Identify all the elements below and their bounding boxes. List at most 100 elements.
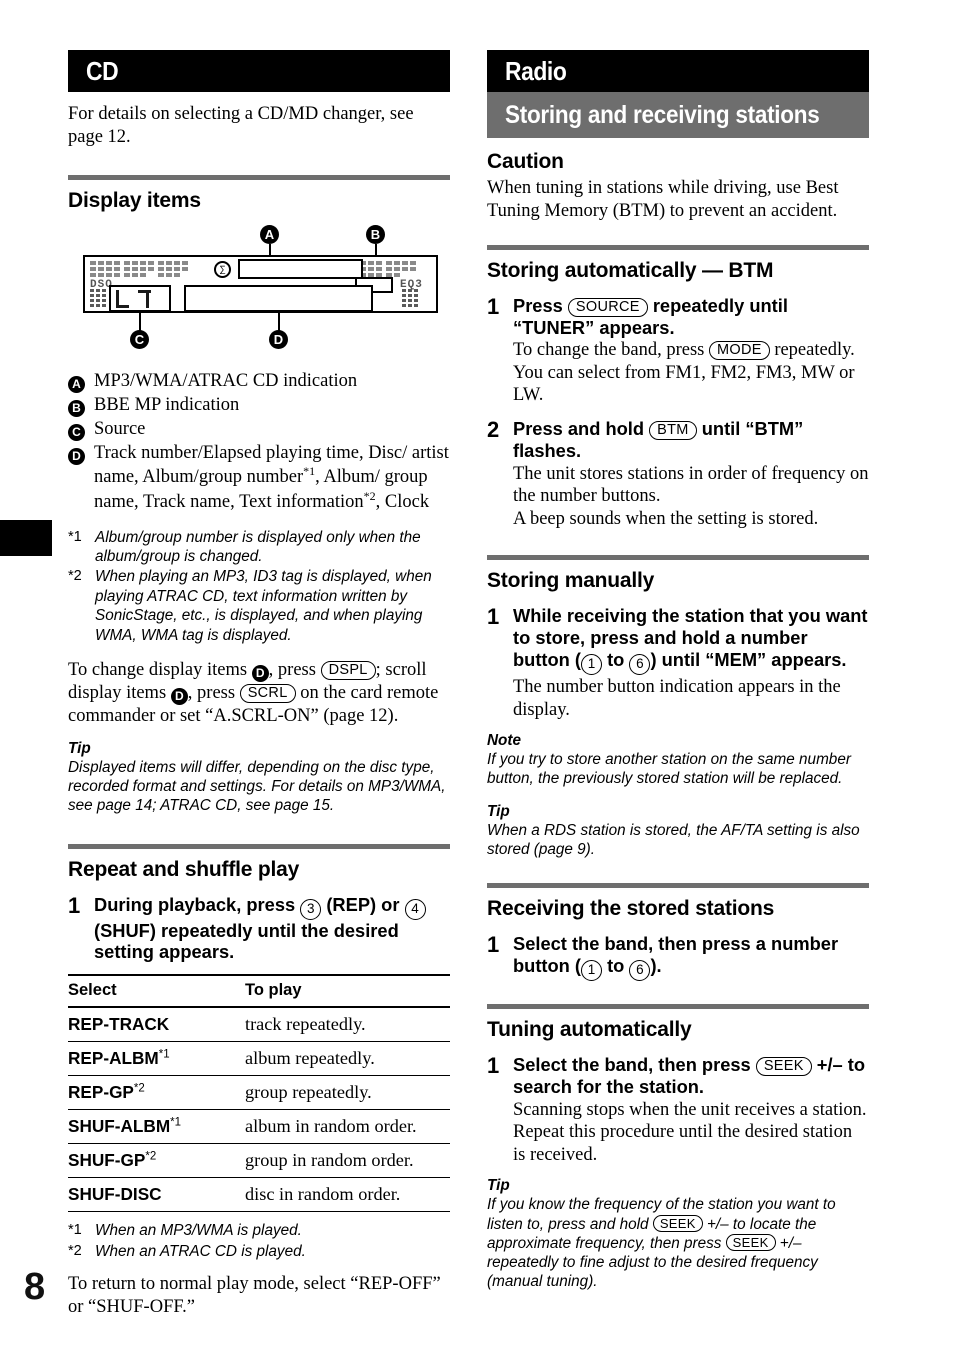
- cell-select-sup: *2: [145, 1150, 157, 1163]
- step-heading: Select the band, then press a number but…: [513, 933, 869, 981]
- note-label-manual: Note: [487, 732, 521, 750]
- step-btm-1: 1 Press SOURCE repeatedly until “TUNER” …: [487, 293, 869, 407]
- cell-to-play: track repeatedly.: [235, 1007, 450, 1043]
- cell-to-play: group in random order.: [235, 1143, 450, 1179]
- cell-select-label: SHUF-DISC: [68, 1184, 162, 1205]
- callout-c: C: [130, 329, 149, 349]
- display-items-footnotes: *1 Album/group number is displayed only …: [68, 528, 450, 646]
- cd-intro-text: For details on selecting a CD/MD changer…: [68, 104, 414, 147]
- legend-item: B BBE MP indication: [68, 394, 450, 417]
- button-btm[interactable]: BTM: [649, 420, 697, 440]
- button-number-6[interactable]: 6: [629, 959, 651, 981]
- section-rule-display-items: [68, 174, 450, 180]
- footnote-text: Album/group number is displayed only whe…: [95, 528, 421, 565]
- lcd-segment-d: [184, 284, 373, 312]
- banner-radio-label: Radio: [505, 55, 567, 86]
- rs-part-b: (REP) or: [321, 893, 405, 915]
- rec1-a: Select the band, then press a number but…: [513, 933, 839, 976]
- cdi-part4: , press: [187, 683, 240, 704]
- step-number: 1: [68, 892, 81, 918]
- legend-key-c: C: [68, 423, 85, 441]
- heading-repeat-shuffle: Repeat and shuffle play: [68, 857, 300, 881]
- button-number-1[interactable]: 1: [581, 959, 603, 981]
- button-number-1[interactable]: 1: [581, 653, 603, 675]
- legend-text-c: Source: [94, 418, 146, 439]
- button-number-4[interactable]: 4: [404, 898, 426, 920]
- manual-page: 8 CD For details on selecting a CD/MD ch…: [0, 0, 954, 1352]
- step-heading: During playback, press 3 (REP) or 4 (SHU…: [94, 894, 450, 964]
- section-banner-cd: CD: [68, 50, 450, 92]
- step-heading: While receiving the station that you wan…: [513, 605, 869, 675]
- section-rule-receiving: [487, 883, 869, 889]
- cell-select: SHUF-GP*2: [68, 1143, 235, 1179]
- cell-select-label: REP-TRACK: [68, 1014, 170, 1035]
- tun1-a: Select the band, then press: [513, 1053, 756, 1075]
- footnote-text: When playing an MP3, ID3 tag is displaye…: [95, 568, 432, 644]
- tip-label-display: Tip: [68, 739, 91, 757]
- left-column: CD For details on selecting a CD/MD chan…: [68, 50, 450, 1330]
- btm1-body-a: To change the band, press: [513, 340, 709, 361]
- button-seek-2[interactable]: SEEK: [725, 1233, 776, 1251]
- section-rule-repeat-shuffle: [68, 843, 450, 849]
- tip-label-tuning: Tip: [487, 1177, 510, 1195]
- button-dspl[interactable]: DSPL: [320, 661, 376, 681]
- step-heading: Press SOURCE repeatedly until “TUNER” ap…: [513, 295, 869, 339]
- repeat-shuffle-table: Select To play REP-TRACK track repeatedl…: [68, 974, 450, 1213]
- bbe-icon: ∑: [214, 260, 231, 278]
- step-number: 1: [487, 604, 500, 630]
- tip-label-manual: Tip: [487, 802, 510, 820]
- step-tuning-1: 1 Select the band, then press SEEK +/– t…: [487, 1053, 869, 1166]
- tip-text-display: Displayed items will differ, depending o…: [68, 758, 446, 815]
- button-seek-1[interactable]: SEEK: [652, 1214, 703, 1232]
- cell-to-play: album repeatedly.: [235, 1041, 450, 1077]
- legend-text-d: Track number/Elapsed playing time, Disc/…: [94, 442, 449, 512]
- heading-caution: Caution: [487, 150, 564, 173]
- leader-line-c: [138, 311, 142, 331]
- footnote-mark: *2: [68, 568, 82, 585]
- column-header-to-play: To play: [235, 974, 450, 1009]
- step-number: 2: [487, 416, 500, 442]
- step-number: 1: [487, 293, 500, 319]
- cdi-part2: , press: [268, 660, 321, 681]
- step-manual-1: 1 While receiving the station that you w…: [487, 605, 869, 721]
- cell-to-play: disc in random order.: [235, 1177, 450, 1213]
- column-header-select: Select: [68, 974, 235, 1009]
- lcd-segment-a: [238, 258, 363, 279]
- footnote-text: When an MP3/WMA is played.: [95, 1222, 302, 1240]
- cell-select-sup: *1: [158, 1048, 170, 1061]
- footnote: *1 Album/group number is displayed only …: [68, 528, 450, 567]
- step-number: 1: [487, 932, 500, 958]
- rec1-b: to: [602, 954, 630, 976]
- cell-select-sup: *2: [133, 1082, 145, 1095]
- legend-key-d: D: [68, 447, 85, 465]
- footnote: *1 When an MP3/WMA is played.: [68, 1221, 450, 1240]
- leader-line-d: [277, 311, 281, 331]
- caution-text: When tuning in stations while driving, u…: [487, 178, 839, 221]
- heading-display-items: Display items: [68, 188, 201, 212]
- button-number-6[interactable]: 6: [629, 653, 651, 675]
- step-btm-2: 2 Press and hold BTM until “BTM” flashes…: [487, 416, 869, 530]
- button-source[interactable]: SOURCE: [567, 297, 648, 317]
- cell-select: SHUF-DISC: [68, 1177, 235, 1213]
- button-number-3[interactable]: 3: [300, 898, 322, 920]
- cell-to-play: group repeatedly.: [235, 1075, 450, 1111]
- footnote: *2 When playing an MP3, ID3 tag is displ…: [68, 567, 450, 645]
- page-edge-marker: [0, 520, 52, 556]
- button-scrl[interactable]: SCRL: [239, 684, 296, 704]
- tip-text-manual: When a RDS station is stored, the AF/TA …: [487, 821, 860, 858]
- callout-a: A: [260, 224, 279, 244]
- note-text-manual: If you try to store another station on t…: [487, 751, 851, 788]
- button-seek[interactable]: SEEK: [755, 1056, 812, 1076]
- cell-select: REP-GP*2: [68, 1075, 235, 1111]
- callout-b: B: [366, 224, 385, 244]
- footnote-mark: *2: [68, 1242, 82, 1259]
- cell-select: REP-ALBM*1: [68, 1041, 235, 1077]
- diagram-legend: A MP3/WMA/ATRAC CD indication B BBE MP i…: [68, 370, 450, 514]
- rs-part-a: During playback, press: [94, 893, 301, 915]
- legend-text-b: BBE MP indication: [94, 394, 240, 415]
- table-row: SHUF-GP*2 group in random order.: [68, 1143, 450, 1179]
- table-row: SHUF-ALBM*1 album in random order.: [68, 1109, 450, 1145]
- right-column: Radio Storing and receiving stations Cau…: [487, 50, 869, 1292]
- button-mode[interactable]: MODE: [708, 341, 770, 361]
- legend-text-a: MP3/WMA/ATRAC CD indication: [94, 370, 358, 391]
